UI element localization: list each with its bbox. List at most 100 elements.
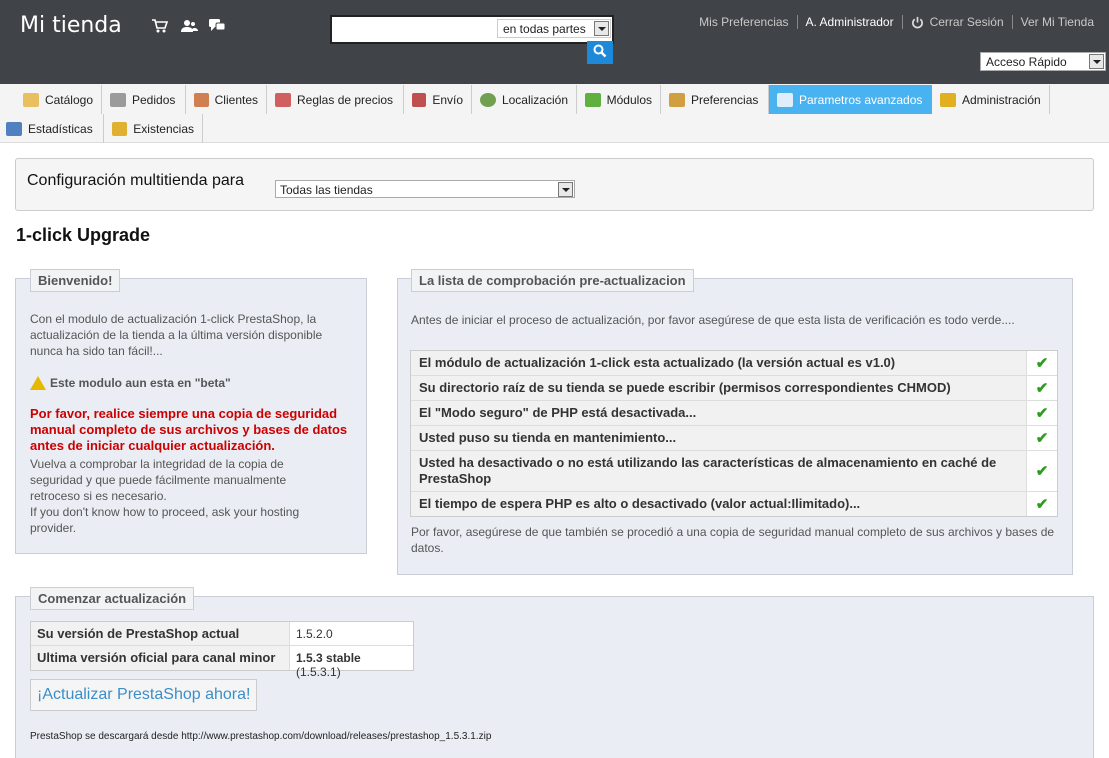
latest-version-extra: (1.5.3.1) (296, 665, 341, 679)
tab-clientes[interactable]: Clientes (186, 85, 267, 114)
upgrade-now-button[interactable]: ¡Actualizar PrestaShop ahora! (30, 679, 258, 711)
search-icon (593, 44, 607, 58)
search-scope-select[interactable]: en todas partes (497, 19, 611, 38)
user-icon (194, 92, 209, 107)
tab-catalogo[interactable]: Catálogo (15, 85, 102, 114)
checklist-intro: Antes de iniciar el proceso de actualiza… (411, 313, 1015, 327)
checklist-row: Usted ha desactivado o no está utilizand… (411, 451, 1057, 492)
tab-label: Clientes (214, 92, 258, 107)
checklist-item: Su directorio raíz de su tienda se puede… (411, 376, 1027, 400)
divider (901, 15, 903, 29)
tab-label: Catálogo (44, 92, 93, 107)
tab-label: Preferencias (691, 92, 759, 107)
tab-existencias[interactable]: Existencias (104, 114, 203, 143)
welcome-legend: Bienvenido! (30, 269, 121, 292)
tab-localizacion[interactable]: Localización (472, 85, 577, 114)
checklist-row: El tiempo de espera PHP es alto o desact… (411, 492, 1057, 516)
stock-icon (112, 121, 128, 136)
current-version-label: Su versión de PrestaShop actual (31, 622, 290, 645)
latest-version-value: 1.5.3 stable (1.5.3.1) (290, 646, 413, 679)
chevron-down-icon (594, 21, 609, 36)
quick-access-value: Acceso Rápido (986, 55, 1067, 69)
beta-text: Este modulo aun esta en "beta" (50, 376, 231, 390)
tab-label: Reglas de precios (297, 92, 394, 107)
latest-version-main: 1.5.3 stable (296, 651, 361, 665)
my-preferences-link[interactable]: Mis Preferencias (699, 15, 788, 29)
chevron-down-icon (558, 182, 573, 197)
latest-version-label: Ultima versión oficial para canal minor (31, 646, 290, 670)
current-version-value: 1.5.2.0 (296, 627, 333, 641)
main-nav: Catálogo Pedidos Clientes Reglas de prec… (0, 84, 1109, 143)
integrity-note: Vuelva a comprobar la integridad de la c… (30, 457, 287, 503)
customers-icon[interactable] (180, 18, 198, 34)
preferences-icon (669, 92, 685, 107)
tab-pedidos[interactable]: Pedidos (102, 85, 186, 114)
view-shop-link[interactable]: Ver Mi Tienda (1021, 15, 1094, 29)
checklist-row: El módulo de actualización 1-click esta … (411, 351, 1057, 376)
messages-icon[interactable] (208, 18, 226, 34)
cart-icon[interactable] (151, 18, 169, 34)
search-input[interactable] (334, 21, 494, 39)
wrench-icon (777, 92, 793, 107)
check-icon: ✔ (1035, 405, 1049, 422)
tab-modulos[interactable]: Módulos (577, 85, 661, 114)
checklist-item: El tiempo de espera PHP es alto o desact… (411, 492, 1027, 516)
beta-notice: Este modulo aun esta en "beta" (30, 376, 231, 390)
check-icon: ✔ (1035, 496, 1049, 513)
tab-preferencias[interactable]: Preferencias (661, 85, 769, 114)
search-scope-value: en todas partes (503, 22, 586, 36)
tab-label: Módulos (606, 92, 652, 107)
tab-estadisticas[interactable]: Estadísticas (0, 114, 104, 143)
checklist-legend: La lista de comprobación pre-actualizaci… (411, 269, 694, 292)
stats-icon (6, 121, 22, 136)
checklist-table: El módulo de actualización 1-click esta … (410, 350, 1058, 517)
multishop-select[interactable]: Todas las tiendas (275, 180, 575, 198)
tab-label: Parametros avanzados (799, 92, 923, 107)
multishop-label: Configuración multitienda para (27, 172, 245, 189)
check-icon: ✔ (1035, 463, 1049, 480)
tab-label: Pedidos (132, 92, 176, 107)
checklist-row: Su directorio raíz de su tienda se puede… (411, 376, 1057, 401)
check-icon: ✔ (1035, 430, 1049, 447)
checklist-item: El módulo de actualización 1-click esta … (411, 351, 1027, 375)
tab-label: Envío (432, 92, 463, 107)
tab-label: Existencias (133, 121, 194, 136)
tab-parametros-avanzados[interactable]: Parametros avanzados (769, 85, 932, 114)
welcome-intro: Con el modulo de actualización 1-click P… (30, 312, 323, 358)
checklist-outro: Por favor, asegúrese de que también se p… (411, 525, 1055, 555)
version-table: Su versión de PrestaShop actual 1.5.2.0 … (30, 621, 414, 679)
welcome-panel: Bienvenido! Con el modulo de actualizaci… (15, 269, 367, 554)
checklist-row: Usted puso su tienda en mantenimiento...… (411, 426, 1057, 451)
checklist-item: Usted puso su tienda en mantenimiento... (411, 426, 1027, 450)
folder-icon (23, 92, 39, 107)
download-note: PrestaShop se descargará desde http://ww… (30, 731, 492, 742)
tab-label: Localización (501, 92, 568, 107)
checklist-item: El "Modo seguro" de PHP está desactivada… (411, 401, 1027, 425)
tab-administracion[interactable]: Administración (932, 85, 1050, 114)
multishop-value: Todas las tiendas (280, 183, 373, 197)
key-icon (940, 92, 956, 107)
power-icon (911, 16, 923, 28)
admin-name[interactable]: A. Administrador (806, 15, 894, 29)
divider (796, 15, 798, 29)
cart-icon (110, 92, 126, 107)
checklist-row: El "Modo seguro" de PHP está desactivada… (411, 401, 1057, 426)
chevron-down-icon (1089, 54, 1104, 69)
tab-reglas-de-precios[interactable]: Reglas de precios (267, 85, 404, 114)
truck-icon (412, 92, 427, 107)
divider (1011, 15, 1013, 29)
checklist-panel: La lista de comprobación pre-actualizaci… (397, 269, 1073, 575)
tab-envio[interactable]: Envío (404, 85, 472, 114)
check-icon: ✔ (1035, 380, 1049, 397)
page-title: 1-click Upgrade (16, 225, 151, 245)
checklist-item: Usted ha desactivado o no está utilizand… (411, 451, 1027, 491)
search-button[interactable] (587, 41, 613, 64)
puzzle-icon (585, 92, 601, 107)
globe-icon (480, 92, 496, 107)
multishop-bar: Configuración multitienda para Todas las… (15, 158, 1094, 211)
shop-name[interactable]: Mi tienda (20, 13, 122, 38)
logout-link[interactable]: Cerrar Sesión (930, 15, 1004, 29)
quick-access-select[interactable]: Acceso Rápido (980, 52, 1106, 71)
help-note: If you don't know how to proceed, ask yo… (30, 505, 300, 535)
backup-warning: Por favor, realice siempre una copia de … (30, 406, 348, 453)
